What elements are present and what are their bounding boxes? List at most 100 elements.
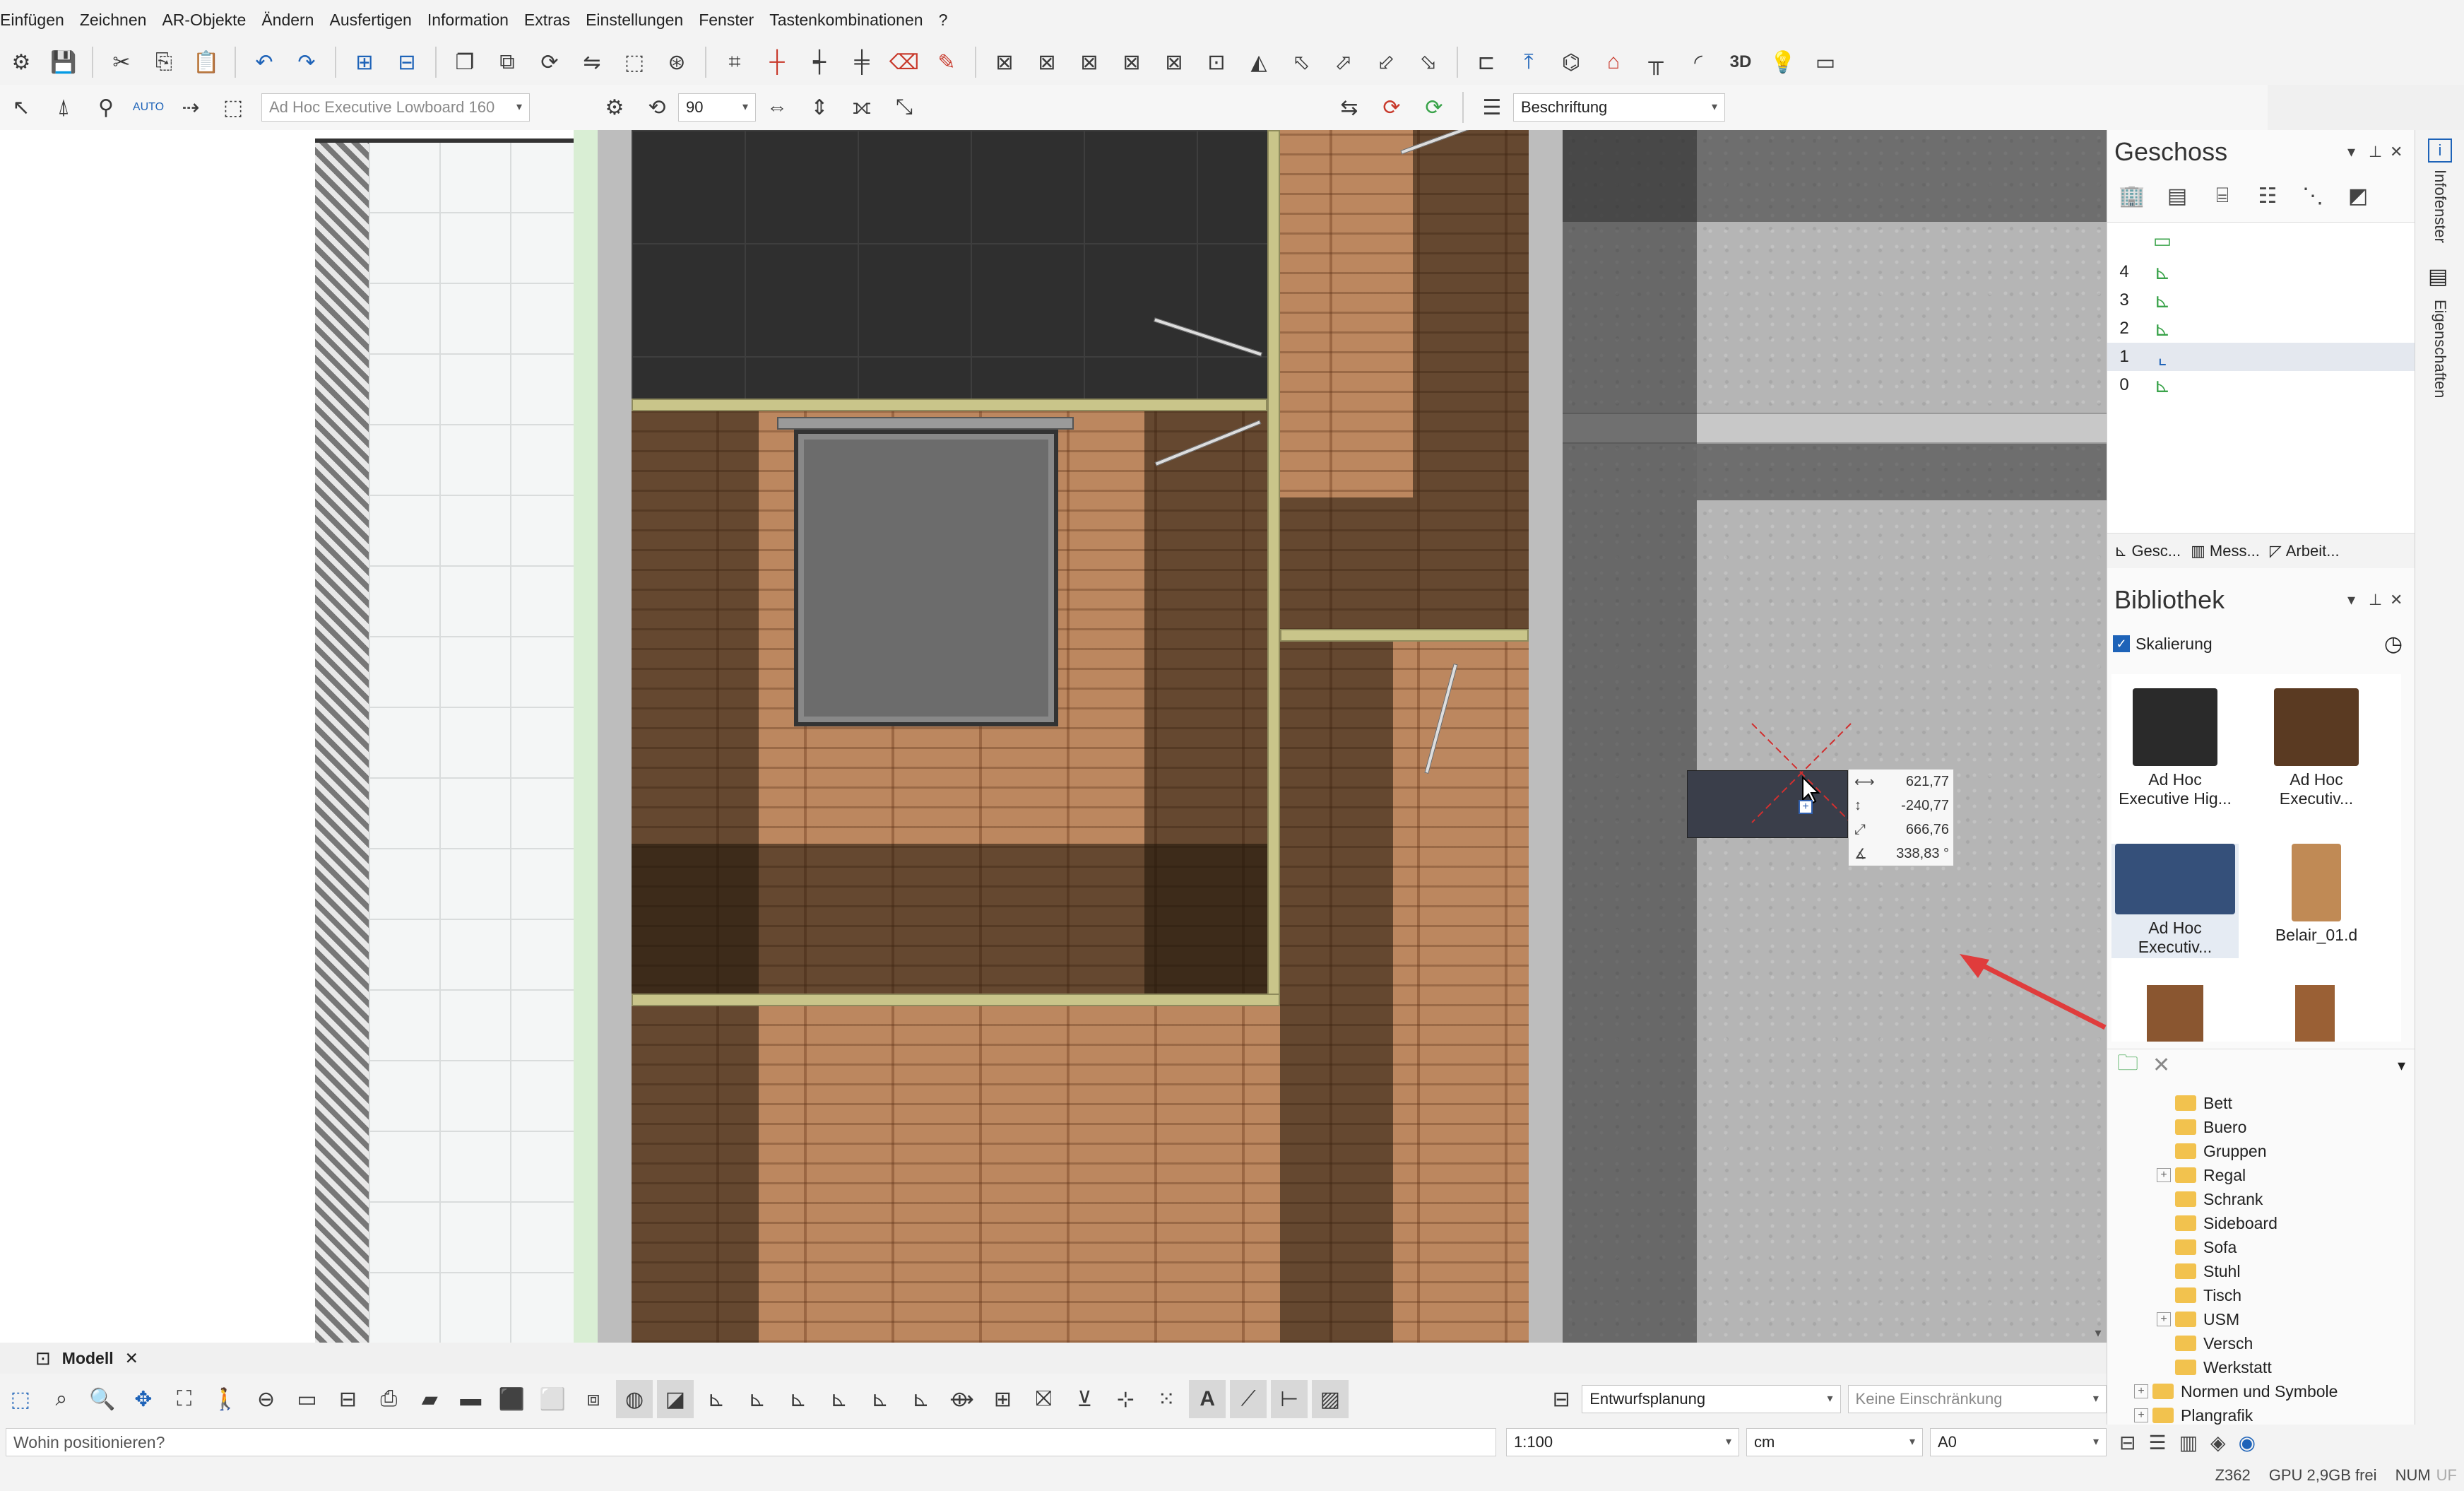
walk-icon[interactable]: 🚶: [207, 1380, 244, 1418]
fit-icon[interactable]: ⛶: [166, 1380, 203, 1418]
zoom-window-icon[interactable]: ⬚: [2, 1380, 39, 1418]
floor-plan-icon[interactable]: ▤: [2162, 181, 2192, 211]
menu-extras[interactable]: Extras: [524, 11, 586, 30]
tree-node[interactable]: Sideboard: [2114, 1211, 2411, 1235]
cube-outline-icon[interactable]: ⬜: [534, 1380, 571, 1418]
layout-icon[interactable]: ⊏: [1467, 43, 1505, 81]
select-icon[interactable]: ⛝: [1025, 1380, 1062, 1418]
frame-view-icon[interactable]: ▭: [289, 1380, 326, 1418]
elevation-chart-icon[interactable]: ◩: [2343, 181, 2373, 211]
dimension-icon[interactable]: ⊢: [1271, 1380, 1308, 1418]
flip-icon[interactable]: ⟗: [843, 88, 881, 126]
hatch-icon[interactable]: ▨: [1312, 1380, 1349, 1418]
camera-icon[interactable]: ▭: [1806, 43, 1844, 81]
library-item-selected[interactable]: Ad Hoc Executiv...: [2111, 844, 2239, 958]
pin-icon[interactable]: ⊥: [2369, 591, 2382, 609]
copy-objects-icon[interactable]: ❐: [446, 43, 484, 81]
view-6-icon[interactable]: ⊡: [1197, 43, 1236, 81]
expand-icon[interactable]: +: [2157, 1312, 2171, 1326]
arc-icon[interactable]: ◜: [1679, 43, 1717, 81]
undo-icon[interactable]: ↶: [245, 43, 283, 81]
building-icon[interactable]: 🏢: [2117, 181, 2147, 211]
view-3-icon[interactable]: ⊠: [1070, 43, 1108, 81]
frame-icon[interactable]: ⬚: [214, 88, 252, 126]
rotate-icon[interactable]: ⟳: [531, 43, 569, 81]
zoom-icon[interactable]: ⌕: [43, 1380, 80, 1418]
menu-ausfertigen[interactable]: Ausfertigen: [329, 11, 427, 30]
scale-icon[interactable]: ⤡: [885, 88, 923, 126]
subtract-icon[interactable]: ⊟: [388, 43, 426, 81]
tree-node[interactable]: Bett: [2114, 1091, 2411, 1115]
solid-icon[interactable]: ▬: [452, 1380, 489, 1418]
box-icon[interactable]: ▰: [411, 1380, 448, 1418]
expand-icon[interactable]: +: [2134, 1384, 2148, 1398]
cube-wire-icon[interactable]: ⧈: [575, 1380, 612, 1418]
intersect-icon[interactable]: ┽: [800, 43, 839, 81]
view-4-icon[interactable]: ⊠: [1113, 43, 1151, 81]
restriction-combo[interactable]: Keine Einschränkung ▾: [1847, 1385, 2107, 1413]
library-item[interactable]: Belair_01.d: [2253, 844, 2380, 945]
eigenschaften-tab[interactable]: Eigenschaften: [2431, 300, 2449, 398]
globe-icon[interactable]: ◉: [2239, 1431, 2256, 1454]
sphere-icon[interactable]: ◍: [616, 1380, 653, 1418]
transform-icon[interactable]: ⟴: [944, 1380, 981, 1418]
history-icon[interactable]: ◷: [2384, 632, 2403, 656]
objects-panel-icon[interactable]: ◈: [2210, 1431, 2226, 1454]
view-1-icon[interactable]: ⊠: [985, 43, 1024, 81]
close-icon[interactable]: ✕: [2390, 143, 2403, 161]
menu-zeichnen[interactable]: Zeichnen: [80, 11, 162, 30]
chevron-down-icon[interactable]: ▾: [2090, 1326, 2107, 1343]
zoom-in-icon[interactable]: 🔍: [84, 1380, 121, 1418]
chevron-down-icon[interactable]: ▾: [2398, 1056, 2405, 1075]
object-combo[interactable]: Ad Hoc Executive Lowboard 160 ▾: [261, 93, 530, 122]
print-icon[interactable]: ⎙: [370, 1380, 407, 1418]
angle-combo[interactable]: 90 ▾: [678, 93, 756, 122]
copy-icon[interactable]: ⎘: [145, 43, 183, 81]
menu-tastenkombinationen[interactable]: Tastenkombinationen: [769, 11, 938, 30]
sync-icon[interactable]: ⟳: [1415, 88, 1453, 126]
tree-node[interactable]: + Plangrafik: [2114, 1403, 2411, 1427]
section-icon[interactable]: ⌬: [1552, 43, 1590, 81]
floor-row[interactable]: 0 ⊾: [2107, 371, 2415, 399]
close-icon[interactable]: ✕: [125, 1349, 138, 1368]
view-left-icon[interactable]: ⬃: [1367, 43, 1405, 81]
layers-icon[interactable]: ☰: [1473, 88, 1511, 126]
library-item[interactable]: Ad Hoc Executive Hig...: [2111, 688, 2239, 810]
grid-icon[interactable]: ⊞: [985, 1380, 1021, 1418]
text-icon[interactable]: A: [1189, 1380, 1226, 1418]
place-icon[interactable]: ⍋: [45, 88, 83, 126]
properties-icon[interactable]: ▤: [2428, 264, 2448, 289]
glasses-icon[interactable]: ⊖: [248, 1380, 285, 1418]
axis-2-icon[interactable]: ⊾: [739, 1380, 776, 1418]
list-icon[interactable]: ☷: [2253, 181, 2282, 211]
mirror-icon[interactable]: ⇋: [573, 43, 611, 81]
tree-node[interactable]: Tisch: [2114, 1283, 2411, 1307]
distort-icon[interactable]: ⬚: [615, 43, 653, 81]
tree-node[interactable]: Gruppen: [2114, 1139, 2411, 1163]
view-2-icon[interactable]: ⊠: [1028, 43, 1066, 81]
trim-icon[interactable]: ╪: [843, 43, 881, 81]
dim-dy-value[interactable]: -240,77: [1883, 798, 1949, 814]
view-3d-icon[interactable]: 3D: [1722, 43, 1760, 81]
tree-node[interactable]: + USM: [2114, 1307, 2411, 1331]
tree-icon[interactable]: ⋱: [2298, 181, 2328, 211]
layout-panel-icon[interactable]: ⊟: [2119, 1431, 2136, 1454]
tree-node[interactable]: + Regal: [2114, 1163, 2411, 1187]
expand-icon[interactable]: +: [2157, 1168, 2171, 1182]
location-icon[interactable]: ⚲: [87, 88, 125, 126]
dim-angle-value[interactable]: 338,83 °: [1883, 846, 1949, 862]
dim-distance-value[interactable]: 666,76: [1883, 822, 1949, 838]
tree-node[interactable]: + Normen und Symbole: [2114, 1379, 2411, 1403]
axis-5-icon[interactable]: ⊾: [862, 1380, 899, 1418]
scale-combo[interactable]: 1:100 ▾: [1506, 1428, 1739, 1456]
dim-dx-value[interactable]: 621,77: [1883, 774, 1949, 790]
axis-6-icon[interactable]: ⊾: [903, 1380, 940, 1418]
eraser-icon[interactable]: ⌫: [885, 43, 923, 81]
save-icon[interactable]: 💾: [45, 43, 83, 81]
layers-panel-icon[interactable]: ☰: [2148, 1431, 2166, 1454]
settings-icon[interactable]: ⚙: [2, 43, 40, 81]
paper-combo[interactable]: A0 ▾: [1930, 1428, 2107, 1456]
layer-combo[interactable]: Beschriftung ▾: [1513, 93, 1725, 122]
menu-information[interactable]: Information: [427, 11, 524, 30]
tree-node[interactable]: Schrank: [2114, 1187, 2411, 1211]
